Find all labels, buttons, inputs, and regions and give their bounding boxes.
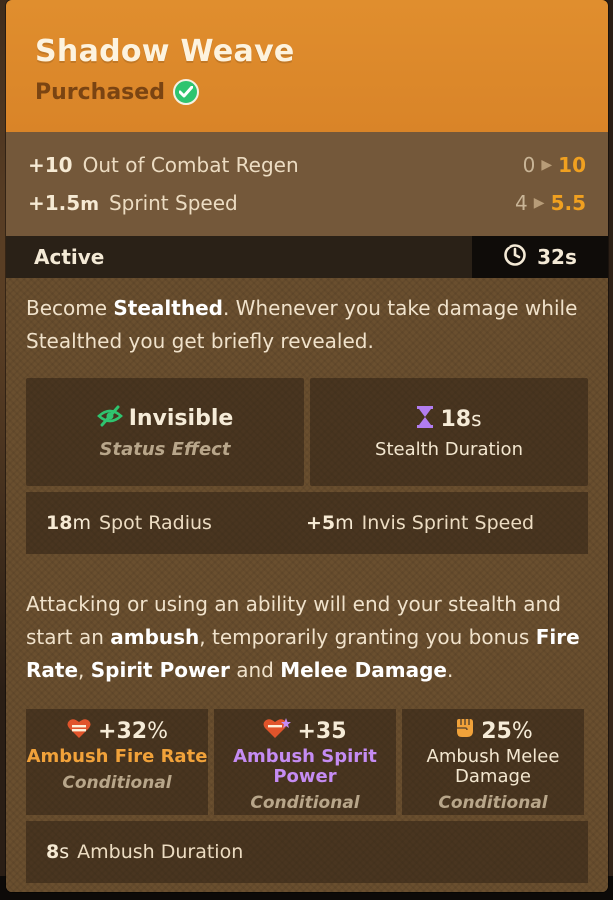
- invisible-title: Invisible: [128, 406, 234, 431]
- fire-rate-icon: [66, 717, 92, 745]
- ambush-duration-row: 8s Ambush Duration: [26, 821, 588, 883]
- conditional-label: Conditional: [250, 793, 360, 813]
- invis-sprint-speed: +5m Invis Sprint Speed: [306, 512, 535, 534]
- purchased-status: Purchased: [35, 79, 608, 105]
- ambush-duration-label: Ambush Duration: [77, 841, 244, 863]
- melee-fist-icon: [453, 717, 475, 745]
- stat-row-regen: +10 Out of Combat Regen 0 ▶ 10: [28, 146, 586, 184]
- hourglass-icon: [416, 405, 434, 435]
- ambush-fire-rate-cell: +32% Ambush Fire Rate Conditional: [26, 709, 208, 815]
- ambush-description: Attacking or using an ability will end y…: [26, 592, 580, 682]
- cooldown-value: 32s: [537, 245, 577, 269]
- spirit-power-icon: [263, 717, 292, 745]
- item-tooltip-card: Shadow Weave Purchased +10 Out of Combat…: [6, 0, 608, 892]
- check-icon: [172, 79, 199, 105]
- ambush-name: Ambush Spirit Power: [233, 746, 377, 787]
- cooldown-clock-icon: [503, 243, 527, 272]
- purchased-label: Purchased: [35, 79, 165, 105]
- spot-radius: 18m Spot Radius: [46, 512, 212, 534]
- arrow-right-icon: ▶: [541, 157, 553, 173]
- base-stats: +10 Out of Combat Regen 0 ▶ 10 +1.5m Spr…: [6, 132, 608, 236]
- stat-label: Out of Combat Regen: [82, 153, 299, 177]
- stat-to: 10: [558, 153, 586, 177]
- stealth-duration-label: Stealth Duration: [375, 438, 523, 460]
- ambush-name: Ambush Fire Rate: [26, 746, 208, 767]
- arrow-right-icon: ▶: [533, 195, 545, 211]
- stat-values: 4 ▶ 5.5: [515, 191, 586, 215]
- ambush-name: Ambush Melee Damage: [426, 746, 560, 787]
- effect-grid: Invisible Status Effect 18s Stealth Dura…: [26, 378, 588, 486]
- item-title: Shadow Weave: [35, 34, 295, 69]
- active-description: Become Stealthed. Whenever you take dama…: [26, 296, 578, 353]
- stat-bonus: +1.5m: [28, 191, 99, 215]
- conditional-label: Conditional: [438, 793, 548, 813]
- stat-to: 5.5: [550, 191, 586, 215]
- stat-from: 0: [522, 153, 536, 177]
- ambush-spirit-power-cell: +35 Ambush Spirit Power Conditional: [214, 709, 396, 815]
- item-body: Become Stealthed. Whenever you take dama…: [6, 278, 608, 892]
- invisible-eye-icon: [96, 405, 123, 433]
- item-header: Shadow Weave Purchased: [6, 0, 608, 132]
- stealth-duration-value: 18s: [440, 407, 482, 432]
- active-label: Active: [34, 245, 105, 269]
- invisible-effect-cell: Invisible Status Effect: [26, 378, 304, 486]
- stat-bonus: +10: [28, 153, 73, 177]
- ambush-melee-damage-cell: 25% Ambush Melee Damage Conditional: [402, 709, 584, 815]
- stat-label: Sprint Speed: [108, 191, 238, 215]
- stealth-duration-cell: 18s Stealth Duration: [310, 378, 588, 486]
- stat-from: 4: [515, 191, 528, 215]
- active-bar: Active 32s: [6, 236, 608, 278]
- cooldown-timer: 32s: [472, 236, 608, 278]
- conditional-label: Conditional: [62, 773, 172, 793]
- stat-values: 0 ▶ 10: [523, 153, 586, 177]
- stat-row-sprint: +1.5m Sprint Speed 4 ▶ 5.5: [28, 184, 586, 222]
- spot-radius-row: 18m Spot Radius +5m Invis Sprint Speed: [26, 492, 588, 554]
- ambush-grid: +32% Ambush Fire Rate Conditional +35 Am…: [26, 709, 588, 815]
- status-effect-label: Status Effect: [99, 438, 231, 460]
